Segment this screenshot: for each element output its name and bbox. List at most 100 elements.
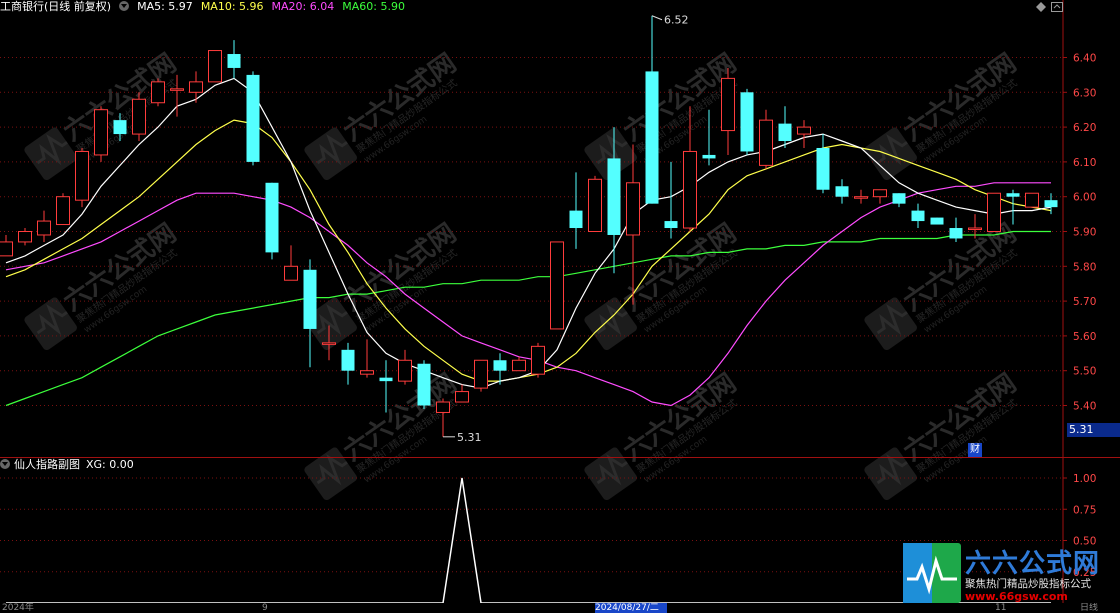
watermark: 六六公式网聚焦热门精品炒股指标公式www.66gsw.com — [304, 368, 462, 458]
candle[interactable] — [550, 241, 564, 330]
price-tick-label: 6.20 — [1073, 122, 1096, 134]
candle[interactable] — [873, 189, 887, 204]
candle[interactable] — [37, 210, 51, 242]
year-label: 2024年 — [2, 603, 34, 613]
candle[interactable] — [778, 106, 792, 148]
candle[interactable] — [1006, 189, 1020, 225]
watermark: 六六公式网聚焦热门精品炒股指标公式www.66gsw.com — [864, 48, 1022, 181]
subchart-dropdown-icon[interactable] — [0, 459, 10, 469]
candle-body — [607, 158, 621, 235]
candle-body — [721, 77, 735, 132]
candle-body — [246, 74, 260, 162]
price-tick-label: 6.10 — [1073, 157, 1096, 169]
candle-body — [493, 360, 507, 371]
collapse-icon[interactable] — [1051, 2, 1063, 12]
price-tick-label: 5.90 — [1073, 227, 1096, 239]
watermark: 六六公式网聚焦热门精品炒股指标公式www.66gsw.com — [304, 218, 462, 351]
watermark: 六六公式网聚焦热门精品炒股指标公式www.66gsw.com — [304, 48, 462, 181]
stock-chart-window: 六六公式网 聚焦热门精品炒股指标公式 www.66gsw.com 六六公式网 聚焦热门精… — [0, 0, 1120, 613]
dropdown-circle-icon[interactable] — [119, 1, 130, 11]
candle[interactable] — [569, 172, 583, 249]
candle[interactable] — [189, 71, 203, 103]
candle[interactable] — [246, 71, 260, 166]
candle[interactable] — [265, 182, 279, 260]
candle[interactable] — [208, 50, 222, 83]
candle-body — [322, 342, 336, 345]
candle-body — [512, 359, 526, 372]
candle-body — [531, 345, 545, 375]
diamond-icon[interactable] — [1036, 2, 1046, 12]
candle-body — [56, 196, 70, 226]
candle-body — [227, 54, 241, 68]
candle-body — [626, 182, 640, 236]
candle[interactable] — [474, 359, 488, 392]
price-tick-label: 6.30 — [1073, 87, 1096, 99]
candle[interactable] — [1025, 192, 1039, 208]
candle[interactable] — [56, 193, 70, 226]
candle[interactable] — [94, 106, 108, 162]
candle[interactable] — [227, 40, 241, 79]
candle[interactable] — [588, 175, 602, 233]
candle-body — [379, 377, 393, 382]
watermark: 六六公式网聚焦热门精品炒股指标公式www.66gsw.com — [304, 458, 462, 501]
logo-url: www.66gsw.com — [965, 590, 1068, 603]
candle[interactable] — [645, 15, 659, 204]
candle-body — [208, 50, 222, 83]
logo-slogan: 聚焦热门精品炒股指标公式 — [965, 578, 1091, 590]
candle[interactable] — [132, 92, 146, 142]
candle-body — [75, 150, 89, 201]
candle[interactable] — [512, 356, 526, 372]
candle[interactable] — [664, 161, 678, 239]
brand-logo: 六六公式网 聚焦热门精品炒股指标公式 www.66gsw.com — [903, 543, 1113, 603]
candle[interactable] — [835, 179, 849, 204]
candle[interactable] — [284, 245, 298, 281]
candle-body — [873, 189, 887, 198]
ma60-value: MA60: 5.90 — [342, 0, 405, 13]
candle[interactable] — [531, 342, 545, 378]
candle-body — [132, 98, 146, 135]
candle-body — [189, 81, 203, 93]
xg-value: XG: 0.00 — [86, 458, 134, 471]
candle[interactable] — [797, 120, 811, 148]
candle[interactable] — [854, 189, 868, 204]
candle-body — [835, 186, 849, 197]
period-label[interactable]: 日线 — [1080, 603, 1098, 613]
candle[interactable] — [740, 88, 754, 155]
candle[interactable] — [987, 192, 1001, 232]
candle-body — [398, 359, 412, 382]
candle[interactable] — [949, 217, 963, 242]
sub-tick-label: 0.75 — [1073, 504, 1096, 516]
candle[interactable] — [911, 203, 925, 229]
candle[interactable] — [75, 147, 89, 208]
stock-title[interactable]: 工商银行(日线 前复权) — [0, 0, 111, 13]
subchart-title[interactable]: 仙人指路副图 — [14, 458, 80, 471]
candle[interactable] — [930, 217, 944, 225]
candle[interactable] — [341, 342, 355, 385]
watermark: 六六公式网聚焦热门精品炒股指标公式www.66gsw.com — [584, 458, 742, 501]
price-chart[interactable]: 六六公式网聚焦热门精品炒股指标公式www.66gsw.com 六六公式网聚焦热门精… — [0, 0, 1120, 458]
candle-body — [854, 196, 868, 199]
candle[interactable] — [18, 228, 32, 246]
candle-body — [0, 241, 13, 257]
candle-body — [683, 150, 697, 229]
candle[interactable] — [721, 67, 735, 155]
candle-body — [1025, 192, 1039, 208]
chart-header: 工商银行(日线 前复权) MA5: 5.97 MA10: 5.96 MA20: 6.0… — [0, 0, 413, 14]
candle[interactable] — [816, 134, 830, 194]
candle[interactable] — [360, 339, 374, 378]
candle-body — [759, 119, 773, 166]
finance-event-badge[interactable]: 财 — [968, 443, 982, 457]
ma20-value: MA20: 6.04 — [271, 0, 335, 13]
candle[interactable] — [379, 360, 393, 413]
candle[interactable] — [0, 234, 13, 257]
candle[interactable] — [303, 259, 317, 368]
candle-body — [303, 269, 317, 329]
candle[interactable] — [759, 109, 773, 169]
ma20-line — [5, 182, 1051, 407]
high-annotation: 6.52 — [664, 14, 689, 27]
candle[interactable] — [398, 349, 412, 385]
candle[interactable] — [1044, 193, 1058, 215]
candle[interactable] — [892, 193, 906, 208]
candle[interactable] — [417, 360, 431, 409]
candle[interactable] — [151, 78, 165, 107]
